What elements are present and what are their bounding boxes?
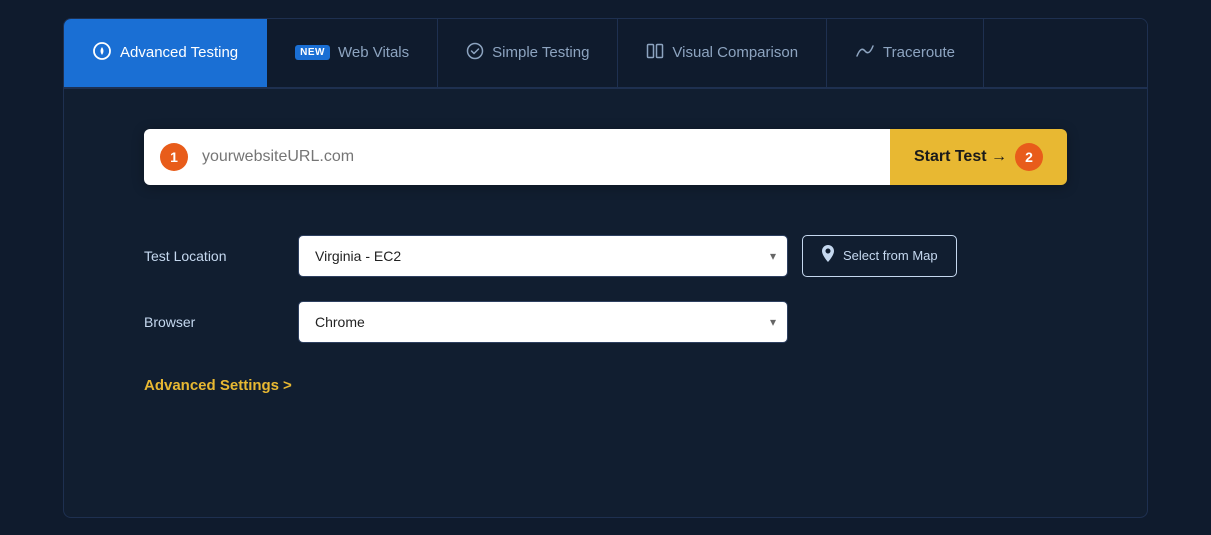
tab-advanced-testing[interactable]: Advanced Testing [64, 19, 267, 87]
url-bar: 1 Start Test → 2 [144, 129, 1067, 185]
tab-traceroute-label: Traceroute [883, 44, 955, 61]
new-badge: NEW [295, 45, 330, 60]
browser-row: Browser Chrome Firefox Edge Safari ▾ [144, 301, 1067, 343]
start-test-button[interactable]: Start Test → 2 [890, 129, 1067, 185]
step-1-badge: 1 [160, 143, 188, 171]
visual-comparison-icon [646, 42, 664, 63]
step-2-badge: 2 [1015, 143, 1043, 171]
test-location-controls: Virginia - EC2 New York - EC2 London - E… [298, 235, 1067, 277]
tab-traceroute[interactable]: Traceroute [827, 19, 984, 87]
select-from-map-button[interactable]: Select from Map [802, 235, 957, 277]
advanced-settings-label: Advanced Settings [144, 377, 279, 394]
tab-visual-comparison[interactable]: Visual Comparison [618, 19, 827, 87]
tab-visual-comparison-label: Visual Comparison [672, 44, 798, 61]
browser-controls: Chrome Firefox Edge Safari ▾ [298, 301, 1067, 343]
select-from-map-label: Select from Map [843, 248, 938, 263]
test-location-select[interactable]: Virginia - EC2 New York - EC2 London - E… [298, 235, 788, 277]
browser-select-wrapper: Chrome Firefox Edge Safari ▾ [298, 301, 788, 343]
main-window: Advanced Testing NEW Web Vitals Simple T… [63, 18, 1148, 518]
tab-simple-testing-label: Simple Testing [492, 44, 589, 61]
test-location-row: Test Location Virginia - EC2 New York - … [144, 235, 1067, 277]
tab-advanced-testing-label: Advanced Testing [120, 44, 238, 61]
map-pin-icon [821, 245, 835, 267]
advanced-settings-link[interactable]: Advanced Settings > [144, 377, 292, 394]
tab-simple-testing[interactable]: Simple Testing [438, 19, 618, 87]
browser-select[interactable]: Chrome Firefox Edge Safari [298, 301, 788, 343]
url-input-wrapper: 1 [144, 129, 890, 185]
tab-web-vitals-label: Web Vitals [338, 44, 409, 61]
url-input[interactable] [202, 148, 874, 166]
tab-web-vitals[interactable]: NEW Web Vitals [267, 19, 438, 87]
browser-label: Browser [144, 314, 274, 330]
advanced-settings-chevron-icon: > [283, 377, 292, 394]
test-location-label: Test Location [144, 248, 274, 264]
advanced-testing-icon [92, 41, 112, 64]
tab-bar: Advanced Testing NEW Web Vitals Simple T… [64, 19, 1147, 89]
test-location-select-wrapper: Virginia - EC2 New York - EC2 London - E… [298, 235, 788, 277]
simple-testing-icon [466, 42, 484, 63]
traceroute-icon [855, 42, 875, 63]
main-content: 1 Start Test → 2 Test Location Virginia … [64, 89, 1147, 517]
start-test-label: Start Test → [914, 148, 1007, 166]
